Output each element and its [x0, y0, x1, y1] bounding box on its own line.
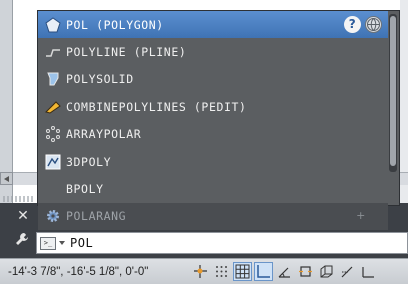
drag-grip[interactable]	[3, 196, 33, 202]
infer-constraints-icon[interactable]	[191, 262, 210, 281]
otrack-icon[interactable]	[338, 262, 357, 281]
item-label: POLYLINE (PLINE)	[66, 45, 187, 60]
blank-icon	[44, 180, 62, 198]
item-label: POLARANG	[66, 209, 127, 224]
autocomplete-list: POL (POLYGON) ? POLYLINE (PLINE) POLYSOL…	[38, 11, 388, 231]
autocomplete-item-polysolid[interactable]: POLYSOLID	[38, 66, 388, 93]
close-button[interactable]: ✕	[14, 207, 32, 225]
item-label: ARRAYPOLAR	[66, 127, 142, 142]
coordinates-readout[interactable]: -14'-3 7/8", -16'-5 1/8", 0'-0"	[0, 266, 191, 278]
scroll-left-arrow-icon[interactable]	[0, 172, 13, 185]
autocomplete-item-arraypolar[interactable]: ARRAYPOLAR	[38, 121, 388, 148]
polyline-icon	[44, 43, 62, 61]
plus-icon[interactable]: +	[356, 209, 366, 222]
question-icon[interactable]: ?	[344, 16, 361, 33]
polysolid-icon	[44, 70, 62, 88]
status-bar: -14'-3 7/8", -16'-5 1/8", 0'-0"	[0, 258, 408, 284]
ortho-icon[interactable]	[254, 262, 273, 281]
snap-icon[interactable]	[212, 262, 231, 281]
grid-icon[interactable]	[233, 262, 252, 281]
command-prompt-icon: >_	[40, 236, 56, 250]
osnap-icon[interactable]	[296, 262, 315, 281]
polar-icon[interactable]	[275, 262, 294, 281]
ducs-icon[interactable]	[359, 262, 378, 281]
recent-commands-dropdown-icon[interactable]	[59, 241, 65, 245]
autocomplete-popup: POL (POLYGON) ? POLYLINE (PLINE) POLYSOL…	[37, 10, 400, 231]
gear-icon	[44, 207, 62, 225]
item-label: 3DPOLY	[66, 154, 112, 169]
arraypolar-icon	[44, 125, 62, 143]
3dpoly-icon	[44, 153, 62, 171]
polygon-icon	[44, 16, 62, 34]
command-input-text: POL	[70, 236, 94, 250]
pedit-icon	[44, 98, 62, 116]
globe-icon[interactable]	[365, 16, 382, 33]
popup-vertical-scrollbar[interactable]	[389, 14, 397, 172]
autocomplete-item-polyline[interactable]: POLYLINE (PLINE)	[38, 38, 388, 65]
autocomplete-item-combinepolylines[interactable]: COMBINEPOLYLINES (PEDIT)	[38, 93, 388, 120]
item-label: COMBINEPOLYLINES (PEDIT)	[66, 99, 247, 114]
autocomplete-item-polarang[interactable]: POLARANG +	[38, 202, 388, 231]
wrench-icon[interactable]	[12, 232, 32, 252]
3dosnap-icon[interactable]	[317, 262, 336, 281]
autocomplete-item-pol[interactable]: POL (POLYGON) ?	[38, 11, 388, 39]
autocomplete-item-3dpoly[interactable]: 3DPOLY	[38, 148, 388, 175]
autocomplete-item-bpoly[interactable]: BPOLY	[38, 175, 388, 202]
scrollbar-thumb[interactable]	[390, 16, 396, 166]
item-label: BPOLY	[66, 182, 104, 197]
item-label: POL (POLYGON)	[66, 17, 164, 32]
command-line-input[interactable]: >_ POL	[36, 232, 408, 254]
item-label: POLYSOLID	[66, 72, 134, 87]
